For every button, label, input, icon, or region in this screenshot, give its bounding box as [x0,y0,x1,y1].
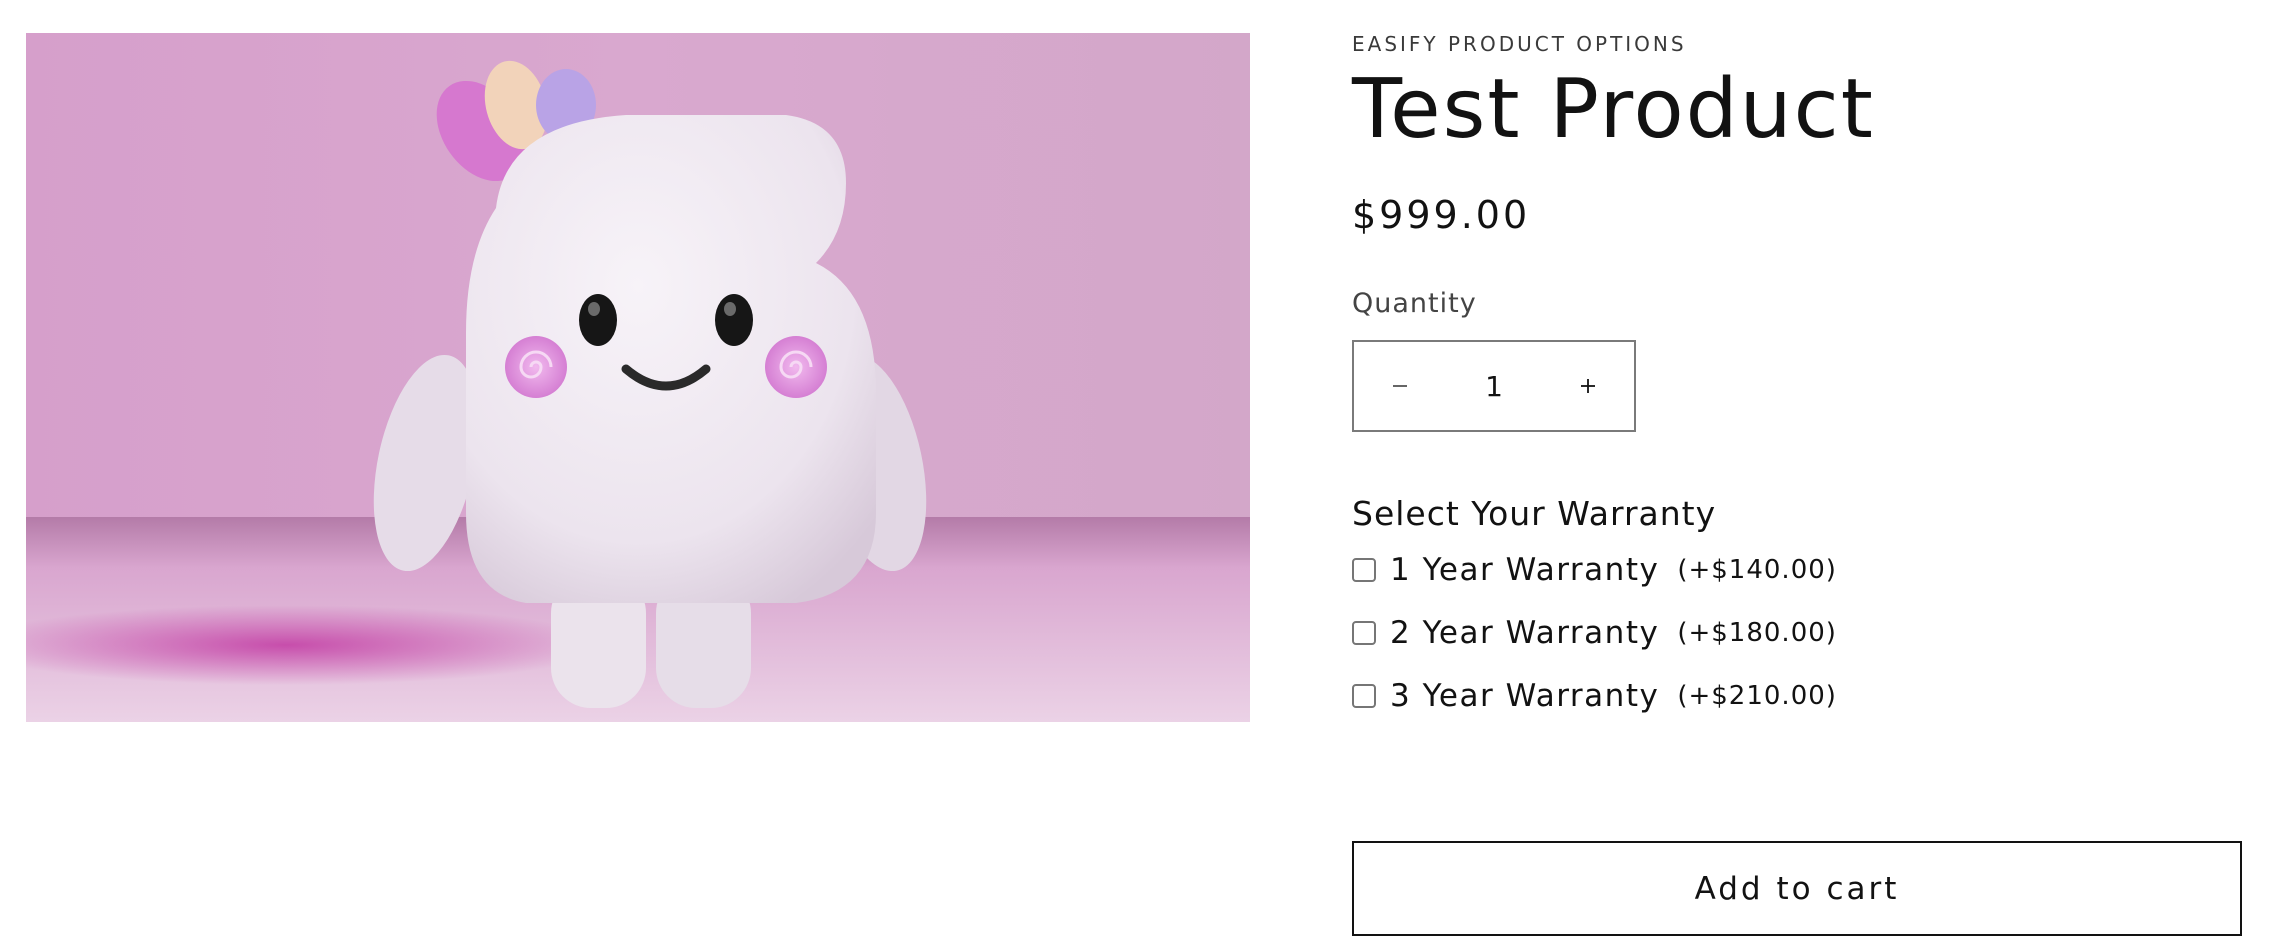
warranty-checkbox[interactable] [1352,684,1376,708]
warranty-option-2-year[interactable]: 2 Year Warranty (+$180.00) [1352,613,1837,653]
warranty-option-label: 1 Year Warranty [1390,552,1660,588]
quantity-label: Quantity [1352,288,1477,319]
warranty-option-price: (+$210.00) [1677,681,1837,711]
warranty-option-price: (+$180.00) [1677,618,1837,648]
product-image[interactable] [26,33,1250,722]
warranty-option-1-year[interactable]: 1 Year Warranty (+$140.00) [1352,550,1837,590]
product-price: $999.00 [1352,193,1531,237]
quantity-stepper [1352,340,1636,432]
quantity-input[interactable] [1446,342,1542,430]
warranty-checkbox[interactable] [1352,621,1376,645]
warranty-option-label: 2 Year Warranty [1390,615,1660,651]
minus-icon [1393,385,1407,387]
product-title: Test Product [1352,62,1875,157]
warranty-option-price: (+$140.00) [1677,555,1837,585]
warranty-title: Select Your Warranty [1352,494,1717,533]
product-vendor: EASIFY PRODUCT OPTIONS [1352,32,1687,56]
plus-icon [1581,379,1595,393]
warranty-checkbox[interactable] [1352,558,1376,582]
warranty-option-3-year[interactable]: 3 Year Warranty (+$210.00) [1352,676,1837,716]
quantity-decrease-button[interactable] [1354,342,1446,430]
add-to-cart-button[interactable]: Add to cart [1352,841,2242,936]
quantity-increase-button[interactable] [1542,342,1634,430]
marshmallow-character-image [26,33,1250,722]
warranty-option-label: 3 Year Warranty [1390,678,1660,714]
